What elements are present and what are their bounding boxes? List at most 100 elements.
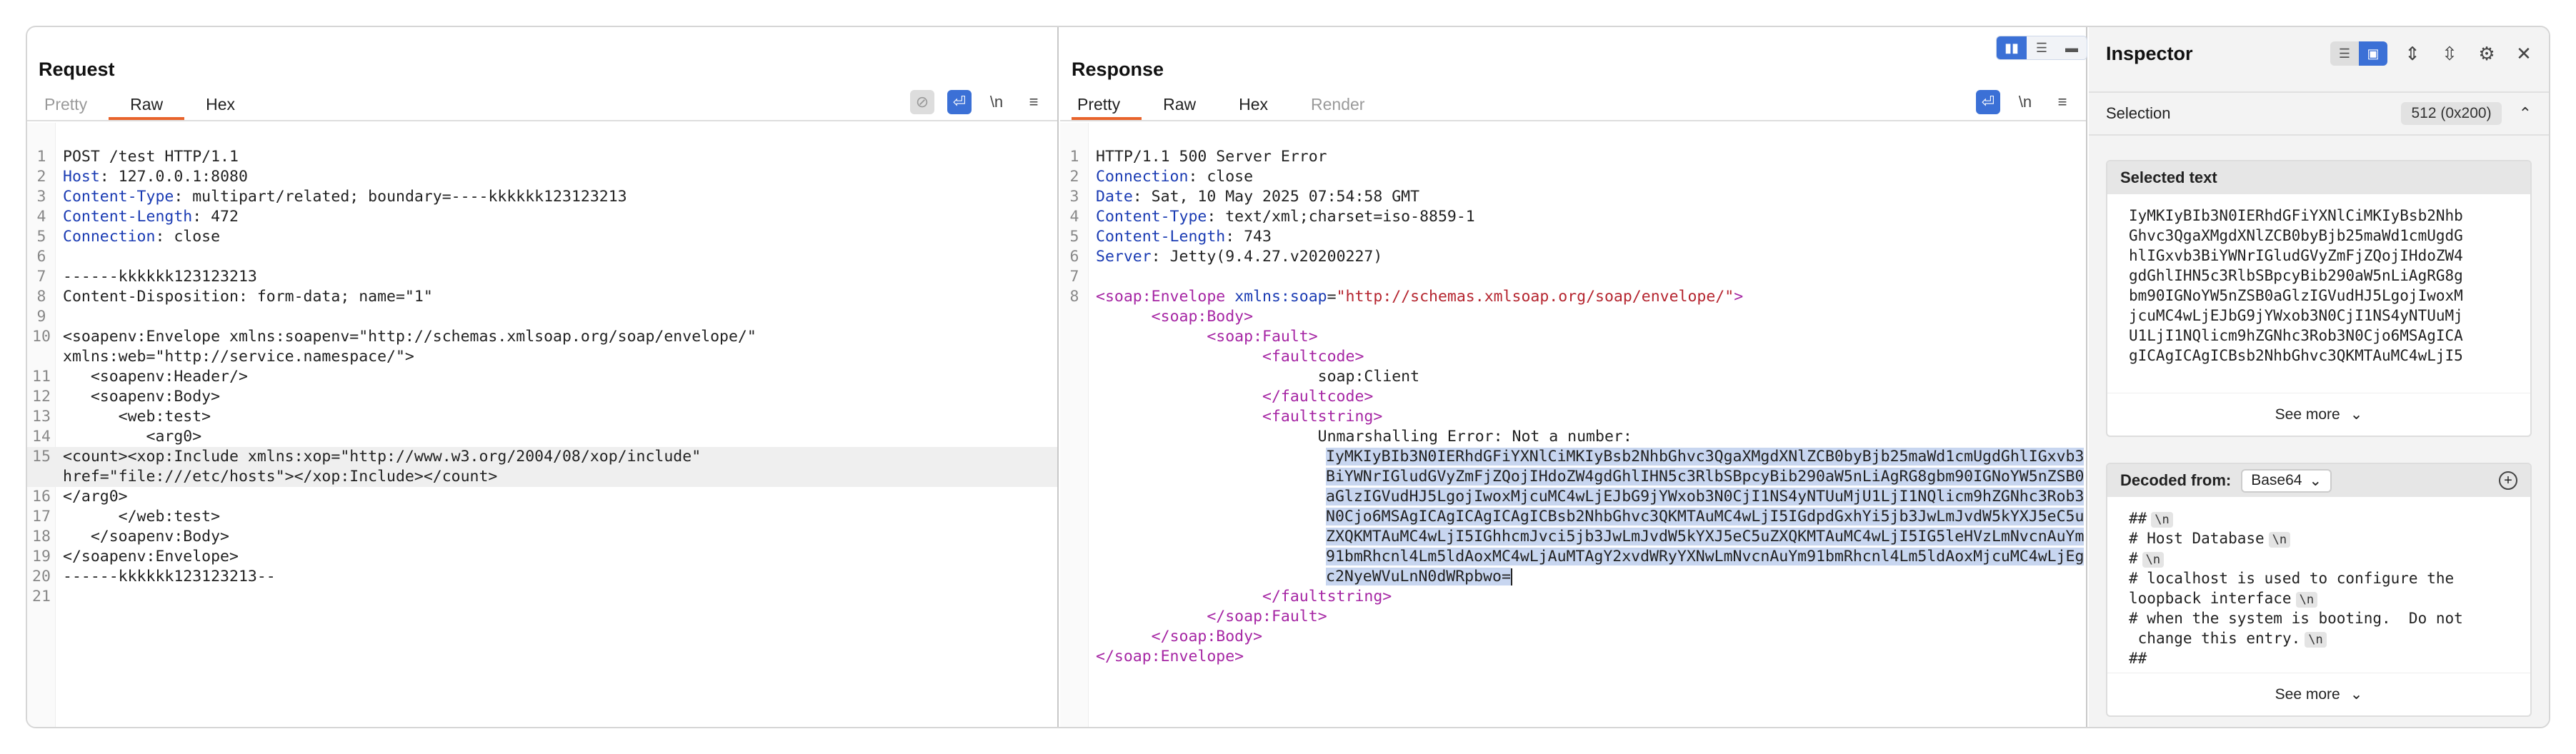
tab-raw[interactable]: Raw [109,91,185,120]
decoded-line: ## \n [2129,508,2517,528]
header-name: Host [63,168,100,186]
selected-text-line: U1LjI1NQlicm9hZGNhc3Rob3N0Cjo6MSAgICA [2129,327,2463,344]
selected-text-card: Selected text IyMKIyBIb3N0IERhdGFiYXNlCi… [2106,160,2532,437]
code-line: 10 <soapenv:Envelope xmlns:soapenv="http:… [32,328,757,366]
show-newlines-button[interactable]: \n [984,90,1009,114]
code-line: 2 Host: 127.0.0.1:8080 [36,168,248,186]
header-name: Server [1096,248,1152,266]
header-value: close [1197,168,1254,186]
inspector-view-toggle: ☰ ▣ [2330,41,2387,66]
chevron-down-icon: ⌄ [2350,406,2363,423]
newline-badge: \n [2268,532,2291,548]
expand-all-icon[interactable]: ⇕ [2400,43,2425,65]
text-caret [1510,568,1512,585]
chevron-up-icon[interactable]: ⌃ [2519,104,2532,123]
selected-text-line: IyMKIyBIb3N0IERhdGFiYXNlCiMKIyBsb2Nhb [2129,207,2463,224]
chevron-down-icon: ⌄ [2309,472,2322,489]
header-name: Content-Type [1096,208,1207,226]
header-name: Content-Type [63,188,174,206]
settings-gear-icon[interactable]: ⚙ [2475,43,2499,65]
selected-text-line: gdGhlIHN5c3RlbSBpcyBib290aW5nLiAgRG8g [2129,267,2463,284]
code-line: 8 Content-Disposition: form-data; name="1… [36,288,433,306]
decoded-line: # \n [2129,548,2517,568]
tab-hex[interactable]: Hex [1217,91,1289,120]
decoded-body: ## \n # Host Database \n # \n # localhost is u… [2107,497,2530,668]
tabs-layout-icon[interactable]: ▬ [2057,36,2087,59]
decoded-line: # localhost is used to configure the loo… [2129,570,2455,608]
code-line: 7 ------kkkkkk123123213 [36,268,257,286]
divider [1060,120,2086,121]
tab-raw[interactable]: Raw [1142,91,1217,120]
code-line: 14 <arg0> [32,428,202,446]
selected-base64[interactable]: IyMKIyBIb3N0IERhdGFiYXNlCiMKIyBsb2NhbGhv… [1326,448,2085,585]
code-line: 11 <soapenv:Header/> [32,368,248,386]
panel-view-icon[interactable]: ▣ [2359,41,2387,66]
menu-icon[interactable]: ≡ [2050,90,2075,114]
response-toolbar: ⏎ \n ≡ [1976,90,2075,114]
tab-render[interactable]: Render [1289,91,1386,120]
code-line: 4 Content-Type: text/xml;charset=iso-8859… [1069,208,1475,226]
newline-badge: \n [2151,512,2173,528]
code-line: 12 <soapenv:Body> [32,388,221,406]
see-more-button[interactable]: See more ⌄ [2107,673,2530,715]
code-line: 16 </arg0> [32,488,128,506]
selected-text-line: gICAgICAgICBsb2NhbGhvc3QKMTAuMC4wLjI5 [2129,347,2463,364]
decoded-from-label: Decoded from: [2120,471,2232,489]
wrap-lines-icon[interactable]: ⏎ [1976,90,2000,114]
fault-message: Unmarshalling Error: Not a number: [1317,428,1632,446]
code-line: 5 Content-Length: 743 [1069,228,1272,246]
faultcode-value: soap:Client [1317,368,1420,386]
response-lines: 1 HTTP/1.1 500 Server Error 2 Connection: … [1060,147,2086,667]
hide-nonprintable-icon[interactable]: ⊘ [910,90,934,114]
newline-badge: \n [2305,632,2327,648]
collapse-all-icon[interactable]: ⇳ [2437,43,2462,65]
code-line: 17 </web:test> [32,508,221,526]
code-line: 3 Date: Sat, 10 May 2025 07:54:58 GMT [1069,188,1420,206]
selected-text-body: IyMKIyBIb3N0IERhdGFiYXNlCiMKIyBsb2Nhb Ghv… [2107,194,2530,366]
tab-hex[interactable]: Hex [184,91,256,120]
menu-icon[interactable]: ≡ [1022,90,1046,114]
newline-badge: \n [2295,592,2318,608]
response-pane: ▮▮ ☰ ▬ Response Pretty Raw Hex Render ⏎ \n … [1060,27,2087,727]
chevron-down-icon: ⌄ [2350,686,2363,703]
selection-row[interactable]: Selection 512 (0x200) ⌃ [2089,91,2549,136]
tab-pretty[interactable]: Pretty [1072,91,1142,120]
header-value: 472 [201,208,239,226]
code-line: 1 POST /test HTTP/1.1 [36,148,239,166]
code-line: 6 Server: Jetty(9.4.27.v20200227) [1069,248,1383,266]
header-value: text/xml;charset=iso-8859-1 [1216,208,1475,226]
request-lines: 1 POST /test HTTP/1.1 2 Host: 127.0.0.1:808… [27,147,1057,607]
status-line: HTTP/1.1 500 Server Error [1096,148,1327,166]
request-editor[interactable]: 1 POST /test HTTP/1.1 2 Host: 127.0.0.1:808… [27,123,1057,727]
show-newlines-button[interactable]: \n [2013,90,2037,114]
response-editor[interactable]: 1 HTTP/1.1 500 Server Error 2 Connection: … [1060,123,2086,727]
response-title: Response [1072,59,1164,80]
request-title: Request [39,59,115,80]
selected-text-line: bm90IGNoYW5nZSB0aGlzIGVudHJ5LgojIwoxM [2129,287,2463,304]
inspector-title: Inspector [2106,43,2193,64]
split-horizontal-icon[interactable]: ▮▮ [1997,36,2027,59]
split-vertical-icon[interactable]: ☰ [2027,36,2057,59]
code-line: 3 Content-Type: multipart/related; bounda… [36,188,627,206]
decoded-header: Decoded from: Base64 ⌄ + [2107,464,2530,497]
divider [27,120,1057,121]
code-line: 9 [36,308,46,326]
header-name: Date [1096,188,1133,206]
see-more-button[interactable]: See more ⌄ [2107,393,2530,436]
add-decoder-icon[interactable]: + [2499,471,2517,490]
decoder-select[interactable]: Base64 ⌄ [2241,468,2332,493]
header-value: multipart/related; boundary=----kkkkkk12… [183,188,627,206]
tab-pretty[interactable]: Pretty [39,91,109,120]
header-value: Jetty(9.4.27.v20200227) [1160,248,1383,266]
code-line: 18 </soapenv:Body> [32,528,229,546]
wrap-lines-icon[interactable]: ⏎ [947,90,972,114]
decoded-line: # when the system is booting. Do not cha… [2129,610,2463,648]
selected-text-line: hlIGxvb3BiYWNrIGludGVyZmFjZQojIHdoZW4 [2129,247,2463,264]
header-name: Connection [1096,168,1189,186]
close-icon[interactable]: ✕ [2512,43,2536,65]
code-line: 13 <web:test> [32,408,211,426]
request-tabs: Pretty Raw Hex [39,91,256,120]
selected-text-line: jcuMC4wLjEJbG9jYWxob3N0CjI1NS4yNTUuMj [2129,307,2463,324]
list-view-icon[interactable]: ☰ [2330,41,2359,66]
envelope-open-tag: <soap:Envelope [1096,288,1226,306]
